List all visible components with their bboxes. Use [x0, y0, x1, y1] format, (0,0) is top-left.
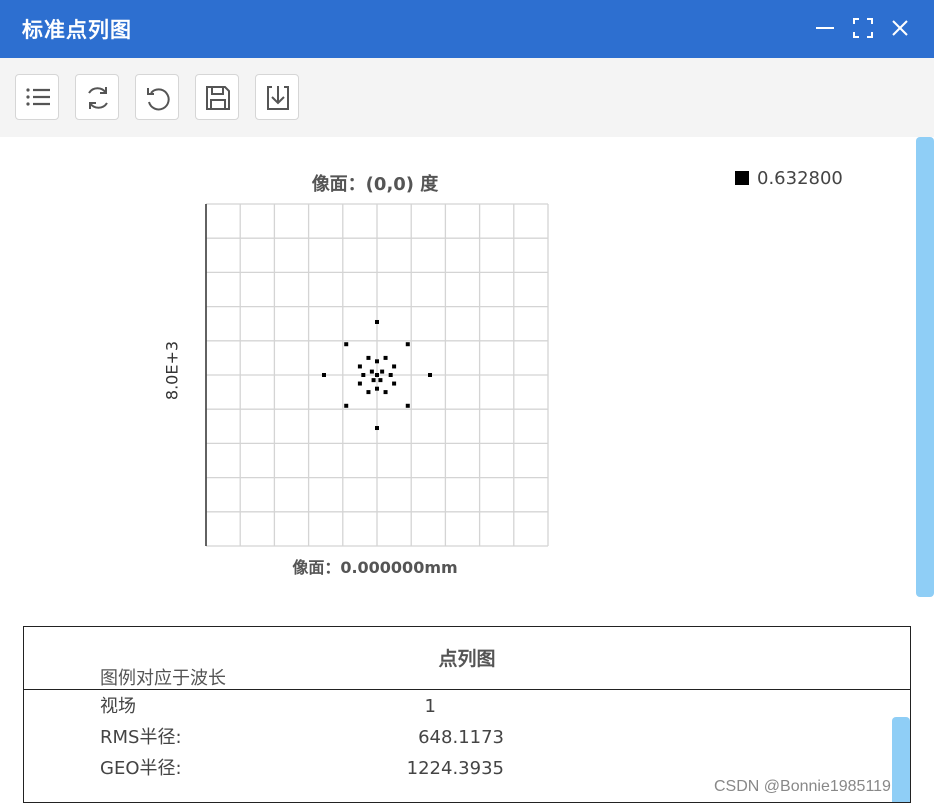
refresh-icon: [88, 87, 108, 109]
info-label: RMS半径:: [100, 727, 182, 748]
data-point: [380, 369, 385, 374]
x-axis-label: 像面：0.000000mm: [292, 558, 458, 577]
spot-diagram-info-panel: 点列图 图例对应于波长 视场 1 RMS半径: 648.1173 GEO半径: …: [23, 626, 911, 803]
data-point: [375, 373, 379, 377]
data-point: [344, 342, 349, 347]
list-icon: [26, 88, 50, 106]
maximize-icon: [853, 18, 873, 38]
info-value: 1224.3935: [406, 758, 504, 779]
data-point: [366, 390, 371, 395]
download-icon: [267, 86, 289, 110]
partial-text-line: 图例对应于波长: [100, 668, 226, 689]
refresh-button[interactable]: [75, 74, 119, 120]
main-scrollbar-thumb[interactable]: [916, 137, 934, 597]
data-point: [361, 373, 366, 377]
save-icon: [206, 86, 230, 110]
close-icon: [892, 20, 908, 36]
data-point: [383, 390, 388, 395]
info-label: 视场: [100, 696, 136, 717]
info-value: 1: [424, 696, 436, 717]
download-button[interactable]: [255, 74, 299, 120]
data-point: [321, 373, 326, 377]
data-point: [428, 373, 433, 377]
data-point: [344, 403, 349, 408]
minimize-icon: [816, 27, 834, 29]
data-point: [375, 319, 379, 324]
data-point: [405, 342, 410, 347]
data-point: [392, 381, 397, 386]
legend-label: 0.632800: [757, 168, 843, 189]
list-button[interactable]: [15, 74, 59, 120]
maximize-button[interactable]: [852, 16, 874, 40]
data-point: [405, 403, 410, 408]
save-button[interactable]: [195, 74, 239, 120]
chart-legend: 0.632800: [735, 168, 843, 189]
info-label: GEO半径:: [100, 758, 182, 779]
panel-scrollbar-thumb[interactable]: [892, 717, 910, 802]
info-value: 648.1173: [418, 727, 504, 748]
spot-diagram-plot: [205, 203, 549, 547]
info-row-geo: GEO半径: 1224.3935: [100, 753, 504, 784]
data-point: [369, 369, 374, 374]
undo-icon: [147, 88, 170, 111]
data-point: [388, 373, 393, 377]
data-point: [375, 386, 379, 391]
data-point: [357, 381, 362, 386]
chart-title: 像面：(0,0) 度: [311, 174, 439, 195]
y-axis-label: 8.0E+3: [162, 340, 182, 401]
watermark: CSDN @Bonnie1985119: [714, 778, 891, 795]
data-point: [383, 355, 388, 360]
panel-body: 图例对应于波长 视场 1 RMS半径: 648.1173 GEO半径: 1224…: [100, 667, 504, 784]
info-row-field: 视场 1: [100, 691, 436, 722]
minimize-button[interactable]: [814, 16, 836, 40]
legend-swatch: [735, 171, 749, 185]
data-point: [378, 378, 383, 383]
data-point: [375, 426, 379, 431]
undo-button[interactable]: [135, 74, 179, 120]
data-point: [366, 355, 371, 360]
data-point: [375, 359, 379, 364]
data-point: [357, 364, 362, 369]
window-title: 标准点列图: [22, 18, 132, 42]
window-titlebar: 标准点列图: [0, 0, 934, 58]
close-button[interactable]: [889, 16, 911, 40]
info-row-rms: RMS半径: 648.1173: [100, 722, 504, 753]
data-point: [392, 364, 397, 369]
toolbar: [0, 58, 934, 137]
data-point: [371, 378, 376, 383]
